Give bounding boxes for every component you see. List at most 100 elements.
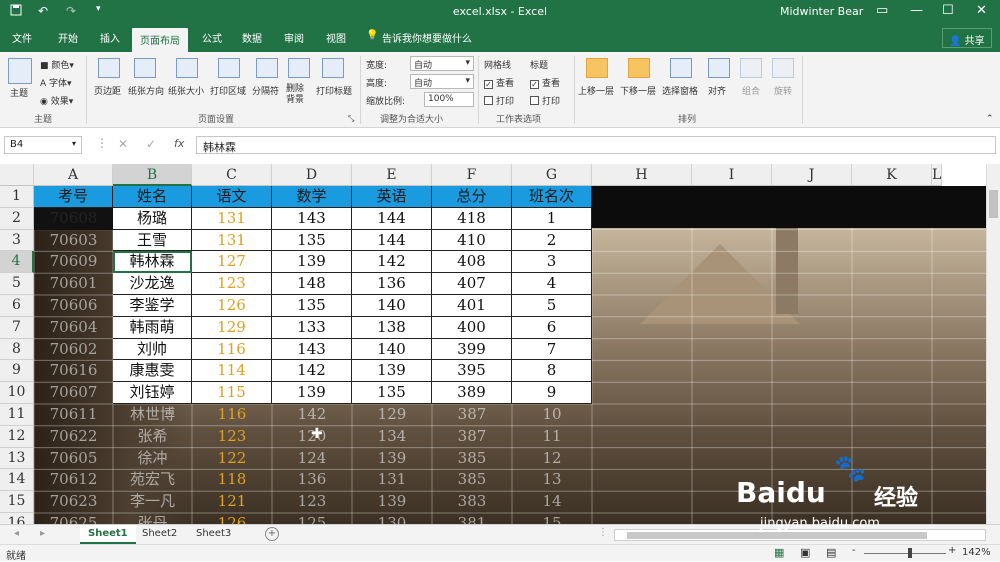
zoom-in-button[interactable]: + — [948, 545, 956, 556]
table-cell[interactable]: 5 — [512, 295, 592, 317]
row-header-14[interactable]: 14 — [0, 469, 34, 492]
themes-button[interactable]: 主题 — [10, 86, 28, 99]
headings-view-checkbox[interactable]: ✓ 查看 — [530, 76, 560, 89]
table-cell[interactable]: 139 — [352, 360, 432, 383]
formula-input[interactable]: 韩林霖 — [196, 136, 996, 154]
sheet-tab-sheet2[interactable]: Sheet2 — [134, 525, 185, 544]
table-cell[interactable]: 115 — [192, 382, 272, 404]
size-button[interactable]: 纸张大小 — [168, 84, 204, 97]
table-cell[interactable]: 2 — [512, 229, 592, 252]
table-cell[interactable]: 142 — [272, 360, 352, 383]
table-cell[interactable]: 410 — [432, 229, 512, 252]
tab-review[interactable]: 审阅 — [284, 30, 304, 45]
table-cell[interactable]: 杨璐 — [113, 207, 192, 230]
table-cell[interactable]: 148 — [272, 273, 352, 295]
table-cell[interactable]: 7 — [512, 338, 592, 361]
remove-background-button[interactable]: 删除背景 — [286, 84, 312, 106]
table-cell[interactable]: 401 — [432, 295, 512, 317]
table-cell[interactable]: 116 — [192, 338, 272, 361]
collapse-ribbon-icon[interactable]: ⌃ — [986, 114, 994, 124]
zoom-slider[interactable] — [864, 553, 946, 554]
user-name[interactable]: Midwinter Bear — [780, 5, 863, 18]
table-cell[interactable]: 123 — [192, 426, 272, 448]
table-cell[interactable]: 389 — [432, 382, 512, 404]
column-header-a[interactable]: A — [34, 164, 113, 186]
height-dropdown[interactable]: 自动 ▾ — [410, 74, 474, 89]
table-cell[interactable]: 1 — [512, 207, 592, 230]
table-cell[interactable]: 418 — [432, 207, 512, 230]
table-cell[interactable]: 135 — [272, 295, 352, 317]
table-cell[interactable]: 苑宏飞 — [113, 469, 192, 491]
tab-formulas[interactable]: 公式 — [202, 30, 222, 45]
send-backward-icon[interactable] — [628, 58, 650, 78]
header-cell[interactable]: 总分 — [432, 186, 512, 208]
row-header-16[interactable]: 16 — [0, 513, 34, 524]
row-header-13[interactable]: 13 — [0, 447, 34, 470]
vertical-scroll-thumb[interactable] — [989, 190, 998, 218]
table-cell[interactable]: 144 — [352, 207, 432, 230]
table-cell[interactable]: 125 — [272, 513, 352, 524]
ribbon-display-icon[interactable]: ▭ — [876, 3, 888, 18]
table-cell[interactable]: 142 — [352, 251, 432, 274]
table-cell[interactable]: 70606 — [34, 295, 113, 317]
table-cell[interactable]: 140 — [352, 295, 432, 317]
column-header-d[interactable]: D — [272, 164, 352, 186]
table-cell[interactable]: 385 — [432, 448, 512, 470]
table-cell[interactable]: 136 — [352, 273, 432, 295]
table-cell[interactable]: 11 — [512, 426, 592, 448]
column-header-i[interactable]: I — [692, 164, 772, 186]
table-cell[interactable]: 395 — [432, 360, 512, 383]
table-cell[interactable]: 133 — [272, 316, 352, 339]
orientation-icon[interactable] — [134, 58, 156, 78]
column-header-h[interactable]: H — [592, 164, 692, 186]
table-cell[interactable]: 70625 — [34, 513, 113, 524]
table-cell[interactable]: 387 — [432, 404, 512, 426]
column-header-c[interactable]: C — [192, 164, 272, 186]
page-break-view-icon[interactable]: ▤ — [826, 546, 836, 559]
headings-print-checkbox[interactable]: 打印 — [530, 94, 560, 107]
table-cell[interactable]: 70611 — [34, 404, 113, 426]
tab-page-layout[interactable]: 页面布局 — [132, 28, 188, 52]
table-cell[interactable]: 3 — [512, 251, 592, 274]
table-cell[interactable]: 15 — [512, 513, 592, 524]
row-header-10[interactable]: 10 — [0, 382, 34, 404]
table-cell[interactable]: 126 — [192, 295, 272, 317]
insert-function-icon[interactable]: fx — [174, 137, 184, 150]
tab-view[interactable]: 视图 — [326, 30, 346, 45]
table-cell[interactable]: 70616 — [34, 360, 113, 382]
sheet-tab-sheet1[interactable]: Sheet1 — [80, 525, 136, 544]
tell-me-box[interactable]: 告诉我你想要做什么 — [382, 30, 472, 45]
zoom-out-button[interactable]: - — [852, 545, 856, 556]
table-cell[interactable]: 399 — [432, 338, 512, 361]
table-cell[interactable]: 130 — [352, 513, 432, 524]
horizontal-scroll-thumb[interactable] — [627, 532, 927, 539]
header-cell[interactable]: 英语 — [352, 186, 432, 208]
table-cell[interactable]: 116 — [192, 404, 272, 426]
table-cell[interactable]: 143 — [272, 338, 352, 361]
table-cell[interactable]: 143 — [272, 207, 352, 230]
bring-forward-button[interactable]: 上移一层 — [578, 84, 614, 97]
column-header-f[interactable]: F — [432, 164, 512, 186]
row-header-1[interactable]: 1 — [0, 186, 34, 208]
align-icon[interactable] — [708, 58, 730, 78]
row-header-2[interactable]: 2 — [0, 207, 34, 230]
tab-home[interactable]: 开始 — [58, 30, 78, 45]
table-cell[interactable]: 129 — [352, 404, 432, 426]
scale-stepper[interactable]: 100% — [424, 92, 474, 107]
gridlines-view-checkbox[interactable]: ✓ 查看 — [484, 76, 514, 89]
table-cell[interactable]: 123 — [192, 273, 272, 295]
colors-button[interactable]: ■ 颜色▾ — [40, 58, 74, 71]
column-header-l[interactable]: L — [932, 164, 943, 186]
table-cell[interactable]: 134 — [352, 426, 432, 448]
fonts-button[interactable]: A 字体▾ — [40, 76, 72, 89]
group-button[interactable]: 组合 — [742, 84, 760, 97]
themes-icon[interactable] — [8, 58, 32, 84]
table-cell[interactable]: 138 — [352, 316, 432, 339]
table-cell[interactable]: 李鉴学 — [113, 295, 192, 317]
table-cell[interactable]: 4 — [512, 273, 592, 295]
margins-button[interactable]: 页边距 — [94, 84, 121, 97]
table-cell[interactable]: 王雪 — [113, 229, 192, 252]
table-cell[interactable]: 124 — [272, 448, 352, 470]
header-cell[interactable]: 姓名 — [113, 186, 192, 208]
table-cell[interactable]: 张希 — [113, 426, 192, 448]
